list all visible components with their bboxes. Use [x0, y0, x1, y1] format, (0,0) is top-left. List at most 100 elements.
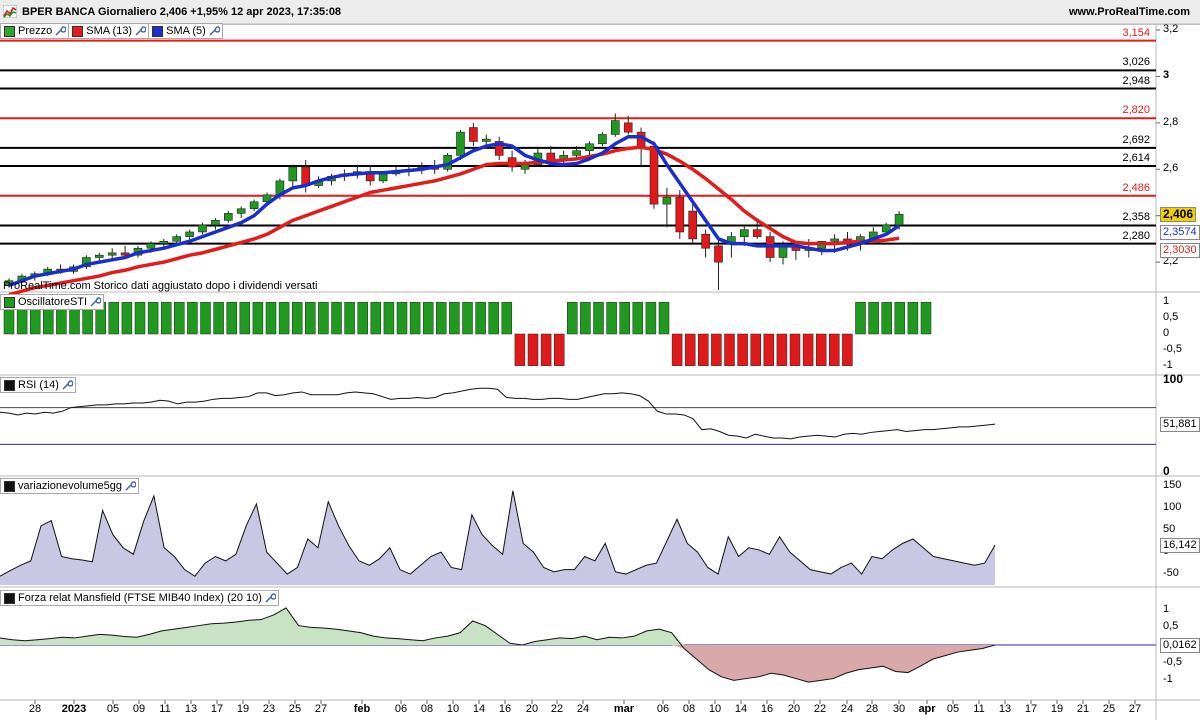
sti-bar-positive	[396, 302, 408, 335]
sti-bar-positive	[383, 302, 395, 335]
candle-up	[598, 132, 607, 147]
sti-bar-negative	[737, 333, 748, 366]
sti-bar-positive	[462, 302, 473, 335]
x-tick-label: 13	[998, 703, 1012, 715]
candle-body	[469, 127, 478, 142]
legend-swatch	[4, 480, 15, 492]
wrench-icon[interactable]	[54, 25, 67, 37]
y-tick-label: 2,6	[1163, 162, 1179, 175]
x-tick-label: 09	[132, 703, 146, 715]
vol-y-tick: 50	[1163, 523, 1176, 536]
rsi-line	[0, 387, 996, 440]
candle-up	[585, 141, 594, 156]
x-tick-label: 23	[262, 703, 276, 715]
sti-bar-positive	[265, 302, 277, 335]
sti-bar-negative	[698, 333, 709, 366]
sti-bar-negative	[724, 333, 735, 366]
sti-y-tick: 0	[1163, 327, 1170, 339]
x-tick-label: 11	[973, 703, 985, 715]
sti-bar-positive	[331, 302, 342, 335]
level-label: 3,154	[1122, 26, 1150, 39]
candle-up	[211, 218, 220, 230]
candle-body	[585, 143, 594, 152]
sma13-value-box: 2,3030	[1160, 243, 1200, 259]
legend-swatch	[4, 25, 15, 37]
wrench-icon[interactable]	[264, 592, 276, 604]
candle-body	[894, 214, 904, 226]
sti-bar-negative	[553, 333, 565, 366]
candle-body	[198, 224, 207, 233]
mansfield-value-box: 0,0162	[1160, 638, 1200, 653]
x-tick-label: 14	[472, 703, 486, 715]
sma13-line	[8, 145, 900, 297]
sti-bar-positive	[252, 302, 264, 335]
legend-label: RSI (14)	[18, 379, 59, 391]
sti-bar-positive	[606, 302, 617, 335]
x-tick-label: 28	[865, 703, 879, 715]
wrench-icon[interactable]	[89, 296, 102, 308]
sti-legend[interactable]: OscillatoreSTI	[0, 294, 105, 310]
volume-legend[interactable]: variazionevolume5gg	[0, 478, 139, 494]
sti-bar-negative	[671, 333, 683, 366]
x-tick-label: 2023	[61, 703, 87, 715]
sti-bar-positive	[147, 302, 159, 335]
candle-up	[288, 164, 298, 188]
candle-body	[378, 173, 388, 182]
legend-separator	[68, 24, 70, 38]
candle-body	[288, 166, 298, 182]
wrench-icon[interactable]	[61, 379, 73, 391]
rsi-y-tick: 0	[1163, 464, 1170, 478]
sti-bar-negative	[514, 333, 526, 366]
candle-body	[830, 238, 839, 242]
level-label: 2,692	[1122, 133, 1150, 146]
chart-canvas[interactable]	[0, 0, 1200, 720]
legend-swatch	[152, 25, 164, 37]
sti-bar-positive	[488, 302, 499, 335]
sti-bar-positive	[213, 302, 224, 335]
sti-bar-positive	[344, 302, 355, 335]
last-price-box: 2,406	[1160, 207, 1197, 223]
sti-bar-positive	[318, 302, 329, 335]
volume-area	[0, 490, 995, 585]
y-tick-label: 3	[1163, 69, 1170, 82]
legend-label: SMA (5)	[166, 25, 206, 37]
sti-y-tick: 1	[1163, 295, 1170, 308]
mansfield-legend[interactable]: Forza relat Mansfield (FTSE MIB40 Index)…	[0, 590, 279, 606]
candle-down	[688, 204, 698, 244]
wrench-icon[interactable]	[208, 25, 220, 37]
candle-body	[95, 254, 104, 258]
x-tick-label: 05	[106, 703, 120, 715]
sti-bar-positive	[226, 302, 237, 335]
y-tick-label: 3,2	[1163, 23, 1179, 35]
x-tick-label: 10	[446, 703, 460, 715]
rsi-legend[interactable]: RSI (14)	[0, 377, 76, 393]
sti-bar-positive	[449, 302, 460, 335]
vol-y-tick: 100	[1163, 501, 1182, 514]
sti-bar-negative	[789, 333, 801, 366]
vol-y-tick: -50	[1163, 567, 1179, 580]
candle-up	[198, 222, 207, 235]
x-tick-label: 10	[708, 703, 722, 715]
candle-body	[752, 229, 762, 237]
sti-bar-negative	[763, 333, 775, 366]
rsi-y-tick: 100	[1163, 372, 1184, 386]
candle-body	[249, 201, 259, 210]
sti-bar-positive	[370, 302, 382, 335]
sti-bar-negative	[815, 333, 827, 366]
level-label: 2,358	[1122, 211, 1150, 224]
sti-bar-positive	[108, 302, 120, 335]
sti-bar-positive	[881, 302, 892, 335]
sti-bar-positive	[305, 302, 316, 335]
wrench-icon[interactable]	[134, 25, 147, 37]
candle-down	[494, 136, 504, 160]
sti-bar-positive	[291, 302, 303, 335]
sti-bar-positive	[160, 302, 172, 335]
mansfield-y-tick: -1	[1163, 673, 1173, 686]
legend-label: Forza relat Mansfield (FTSE MIB40 Index)…	[18, 592, 262, 604]
level-label: 2,948	[1122, 74, 1150, 87]
candle-down	[469, 122, 478, 147]
main-legend[interactable]: Prezzo SMA (13) SMA (5)	[0, 23, 223, 39]
wrench-icon[interactable]	[124, 480, 136, 492]
candle-down	[675, 190, 685, 239]
sti-y-tick: 0,5	[1163, 311, 1179, 324]
